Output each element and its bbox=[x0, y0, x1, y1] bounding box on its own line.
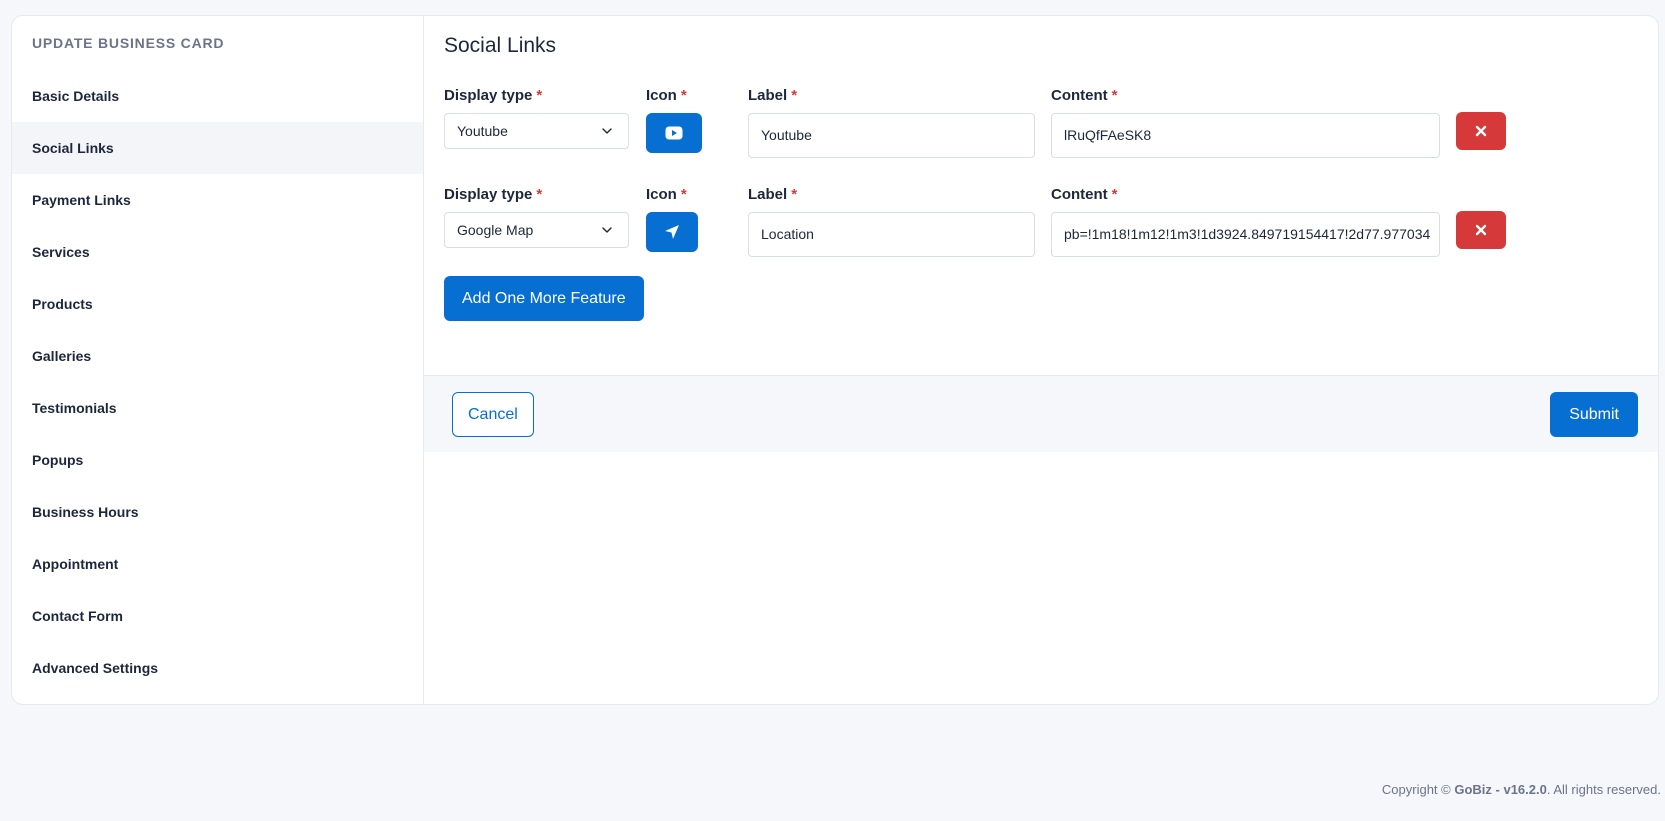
display-type-value: Youtube bbox=[457, 123, 508, 139]
display-type-value: Google Map bbox=[457, 222, 534, 238]
sidebar-item-contact-form[interactable]: Contact Form bbox=[12, 590, 423, 642]
sidebar-nav: Basic Details Social Links Payment Links… bbox=[12, 70, 423, 694]
required-mark: * bbox=[536, 87, 543, 104]
icon-label: Icon * bbox=[646, 186, 687, 203]
icon-picker-button[interactable] bbox=[646, 113, 702, 153]
chevron-down-icon bbox=[602, 227, 612, 233]
sidebar-item-basic-details[interactable]: Basic Details bbox=[12, 70, 423, 122]
required-mark: * bbox=[680, 87, 687, 104]
main-panel: Social Links Display type * Youtube Icon * bbox=[424, 16, 1658, 704]
sidebar-item-services[interactable]: Services bbox=[12, 226, 423, 278]
social-links-form: Social Links Display type * Youtube Icon * bbox=[424, 16, 1658, 375]
sidebar-item-products[interactable]: Products bbox=[12, 278, 423, 330]
sidebar-item-business-hours[interactable]: Business Hours bbox=[12, 486, 423, 538]
label-field-label: Label * bbox=[748, 186, 798, 203]
icon-label: Icon * bbox=[646, 87, 687, 104]
add-feature-button[interactable]: Add One More Feature bbox=[444, 276, 644, 321]
label-input[interactable]: Location bbox=[748, 212, 1035, 257]
social-link-row: Display type * Youtube Icon * Label * Youtu… bbox=[444, 85, 1638, 184]
sidebar-item-appointment[interactable]: Appointment bbox=[12, 538, 423, 590]
remove-row-button[interactable] bbox=[1456, 211, 1506, 249]
submit-button[interactable]: Submit bbox=[1550, 391, 1638, 437]
sidebar-title: UPDATE BUSINESS CARD bbox=[32, 35, 225, 51]
sidebar: UPDATE BUSINESS CARD Basic Details Socia… bbox=[12, 16, 424, 704]
required-mark: * bbox=[1111, 87, 1118, 104]
copyright-footer: Copyright © GoBiz - v16.2.0. All rights … bbox=[1381, 782, 1661, 797]
display-type-label: Display type * bbox=[444, 186, 543, 203]
sidebar-item-galleries[interactable]: Galleries bbox=[12, 330, 423, 382]
location-arrow-icon bbox=[665, 225, 679, 239]
close-icon bbox=[1475, 224, 1487, 236]
required-mark: * bbox=[1111, 186, 1118, 203]
update-business-card: UPDATE BUSINESS CARD Basic Details Socia… bbox=[11, 15, 1659, 705]
youtube-icon bbox=[665, 126, 683, 140]
cancel-button[interactable]: Cancel bbox=[452, 391, 534, 437]
page-title: Social Links bbox=[444, 34, 557, 57]
sidebar-item-social-links[interactable]: Social Links bbox=[12, 122, 423, 174]
content-label: Content * bbox=[1051, 87, 1118, 104]
icon-picker-button[interactable] bbox=[646, 212, 698, 252]
sidebar-item-payment-links[interactable]: Payment Links bbox=[12, 174, 423, 226]
content-input[interactable]: pb=!1m18!1m12!1m3!1d3924.849719154417!2d… bbox=[1051, 212, 1440, 257]
required-mark: * bbox=[791, 186, 798, 203]
chevron-down-icon bbox=[602, 128, 612, 134]
sidebar-item-testimonials[interactable]: Testimonials bbox=[12, 382, 423, 434]
remove-row-button[interactable] bbox=[1456, 112, 1506, 150]
content-input[interactable]: lRuQfFAeSK8 bbox=[1051, 113, 1440, 158]
social-link-row: Display type * Google Map Icon * Label * Lo… bbox=[444, 184, 1638, 283]
display-type-select[interactable]: Google Map bbox=[444, 212, 629, 248]
close-icon bbox=[1475, 125, 1487, 137]
sidebar-item-popups[interactable]: Popups bbox=[12, 434, 423, 486]
content-label: Content * bbox=[1051, 186, 1118, 203]
required-mark: * bbox=[536, 186, 543, 203]
form-actions: Cancel Submit bbox=[424, 375, 1658, 452]
brand-version: GoBiz - v16.2.0 bbox=[1454, 782, 1547, 797]
display-type-label: Display type * bbox=[444, 87, 543, 104]
label-input[interactable]: Youtube bbox=[748, 113, 1035, 158]
display-type-select[interactable]: Youtube bbox=[444, 113, 629, 149]
sidebar-item-advanced-settings[interactable]: Advanced Settings bbox=[12, 642, 423, 694]
label-field-label: Label * bbox=[748, 87, 798, 104]
required-mark: * bbox=[680, 186, 687, 203]
required-mark: * bbox=[791, 87, 798, 104]
